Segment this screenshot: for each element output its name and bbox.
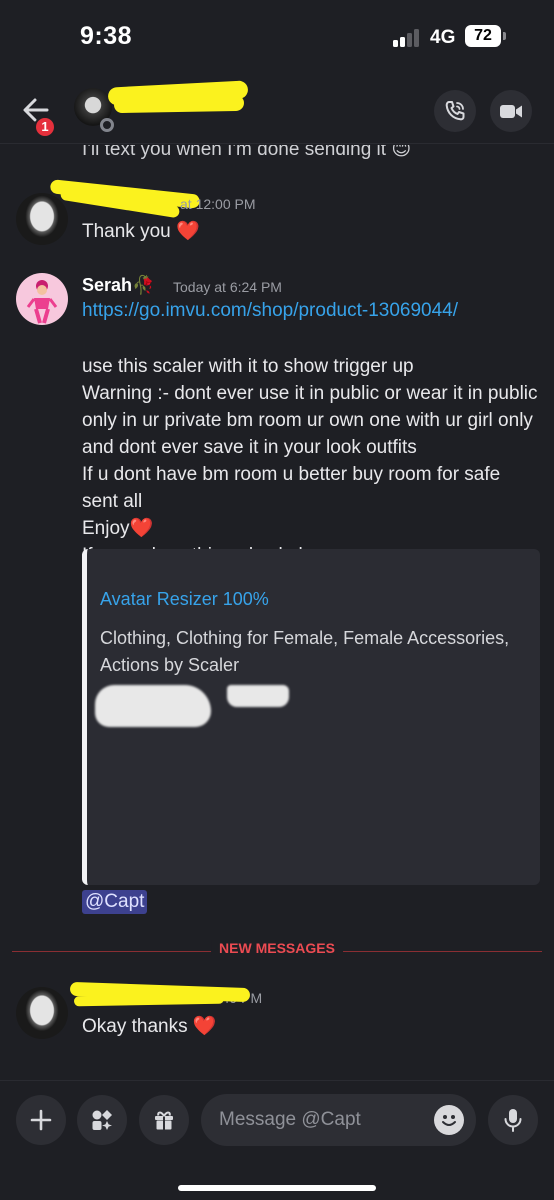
avatar[interactable] [16,193,68,245]
apps-icon [92,1110,112,1130]
chat-header: 1 [0,78,554,144]
battery-icon: 72 [465,25,501,47]
gift-button[interactable] [139,1095,189,1145]
embed-title[interactable]: Avatar Resizer 100% [100,589,269,610]
video-camera-icon [500,105,522,118]
phone-icon [445,101,465,121]
voice-call-button[interactable] [434,90,476,132]
redaction-scribble [73,993,225,1007]
microphone-icon [504,1109,522,1132]
avatar[interactable] [16,273,68,325]
redaction-scribble [113,94,245,114]
plus-icon [30,1109,52,1131]
new-messages-label: NEW MESSAGES [211,940,343,956]
message-composer [0,1080,554,1200]
message-timestamp: Today at 6:24 PM [173,279,282,295]
embed-image [227,685,289,707]
message-list[interactable]: I'll text you when I'm done sending it 😊… [0,145,554,1080]
smiley-icon [442,1115,456,1126]
status-bar: 9:38 4G 72 [0,0,554,78]
battery-tip [503,32,506,40]
home-indicator [178,1185,376,1191]
avatar[interactable] [16,987,68,1039]
message-text: Thank you ❤️ [82,221,200,242]
status-time: 9:38 [80,22,133,50]
apps-button[interactable] [77,1095,127,1145]
user-mention[interactable]: @Capt [82,890,148,914]
message-input[interactable] [219,1106,419,1134]
message-link[interactable]: https://go.imvu.com/shop/product-1306904… [82,300,458,322]
emoji-button[interactable] [434,1105,464,1135]
attach-button[interactable] [16,1095,66,1145]
voice-message-button[interactable] [488,1095,538,1145]
offline-status-icon [100,118,114,132]
network-type: 4G [430,27,456,48]
embed-description: Clothing, Clothing for Female, Female Ac… [100,628,510,675]
avatar-figure [26,280,58,324]
message-text: I'll text you when I'm done sending it 😊 [82,145,412,160]
message-timestamp: at 12:00 PM [180,196,256,212]
link-embed[interactable]: Avatar Resizer 100% Clothing, Clothing f… [82,549,540,885]
message-text: Okay thanks ❤️ [82,1016,217,1037]
embed-image [95,685,211,727]
message-text: use this scaler with it to show trigger … [82,356,538,566]
gift-icon [155,1111,173,1130]
message-author[interactable]: Serah🥀 [82,275,154,296]
signal-icon [393,29,423,47]
unread-badge: 1 [34,116,56,138]
message-input-container[interactable] [201,1094,476,1146]
video-call-button[interactable] [490,90,532,132]
